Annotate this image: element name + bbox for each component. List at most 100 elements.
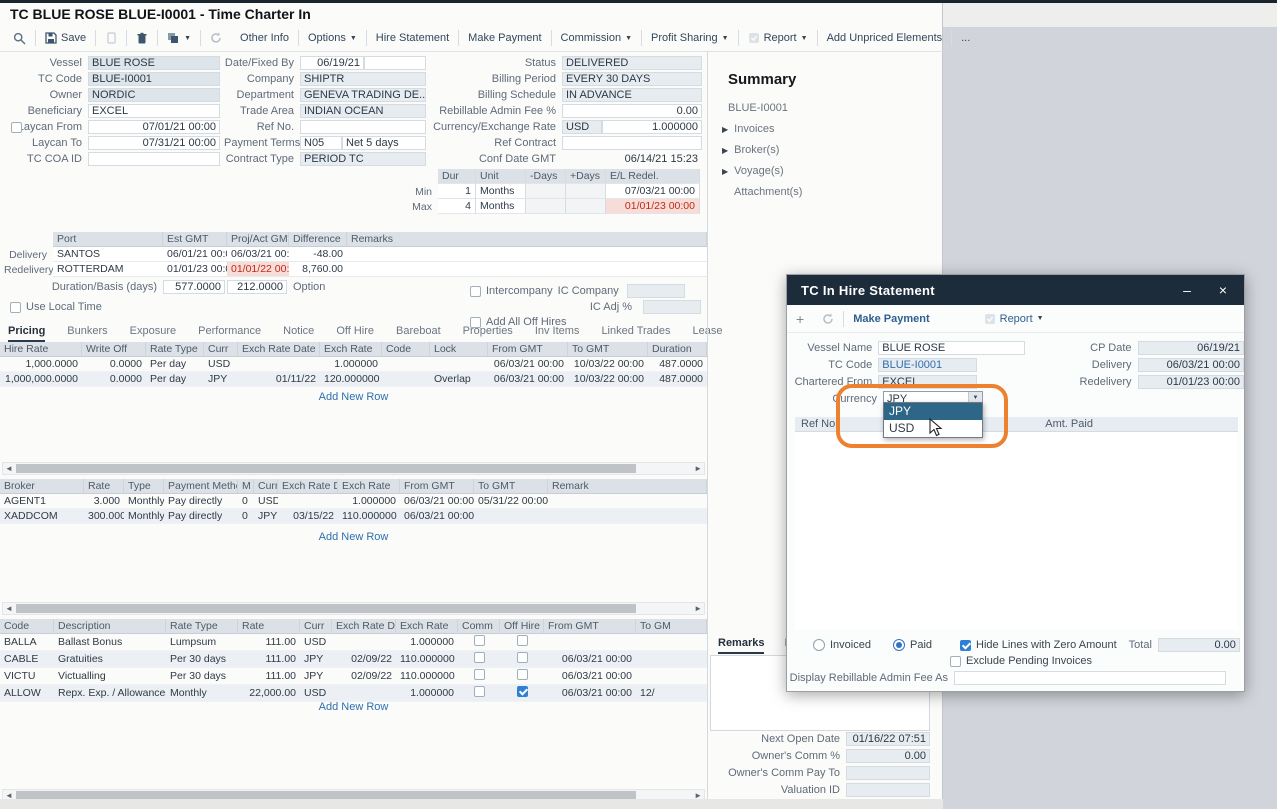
off-hire-checkbox[interactable] [517, 652, 528, 663]
vessel-field[interactable]: BLUE ROSE [88, 56, 220, 70]
summary-contract-code[interactable]: BLUE-I0001 [728, 102, 788, 114]
tab-performance[interactable]: Performance [198, 325, 261, 342]
trade-area-field[interactable]: INDIAN OCEAN [300, 104, 426, 118]
billing-period-field[interactable]: EVERY 30 DAYS [562, 72, 702, 86]
billing-schedule-field[interactable]: IN ADVANCE [562, 88, 702, 102]
copy-button[interactable] [96, 29, 126, 47]
comm-checkbox[interactable] [474, 669, 485, 680]
tab-notice[interactable]: Notice [283, 325, 314, 342]
summary-item-invoices[interactable]: ▶Invoices [722, 123, 775, 135]
next-open-date-field[interactable]: 01/16/22 07:51 [846, 732, 930, 746]
refresh-button[interactable] [201, 29, 231, 47]
scrollbar-thumb[interactable] [16, 464, 636, 473]
duplicate-menu-button[interactable]: ▼ [158, 29, 200, 47]
department-field[interactable]: GENEVA TRADING DE... [300, 88, 426, 102]
laycan-from-field[interactable]: 07/01/21 00:00 [88, 120, 220, 134]
commission-button[interactable]: Commission▼ [552, 29, 641, 47]
add-invoice-button[interactable]: + [787, 310, 813, 328]
summary-item-attachments[interactable]: Attachment(s) [734, 186, 802, 198]
use-local-time-checkbox[interactable] [10, 302, 21, 313]
rebillable-admin-fee-field[interactable]: 0.00 [562, 104, 702, 118]
save-button[interactable]: Save [36, 29, 95, 47]
invoice-grid-body[interactable] [795, 432, 1238, 630]
tab-bunkers[interactable]: Bunkers [67, 325, 107, 342]
tab-bareboat[interactable]: Bareboat [396, 325, 441, 342]
currency-field[interactable]: USD [562, 120, 602, 134]
tab-exposure[interactable]: Exposure [130, 325, 176, 342]
make-payment-button[interactable]: Make Payment [459, 29, 550, 47]
dialog-titlebar[interactable]: TC In Hire Statement – × [787, 275, 1244, 305]
delete-button[interactable] [127, 29, 157, 47]
brokers-add-new-row-link[interactable]: Add New Row [0, 531, 707, 543]
dropdown-option-jpy[interactable]: JPY [884, 403, 982, 420]
tab-pricing[interactable]: Pricing [8, 325, 45, 342]
hire-statement-button[interactable]: Hire Statement [367, 29, 458, 47]
close-button[interactable]: × [1206, 275, 1240, 305]
exclude-pending-checkbox[interactable] [950, 656, 961, 667]
fixed-by-field[interactable] [364, 56, 426, 70]
contract-type-field[interactable]: PERIOD TC [300, 152, 426, 166]
tc-code-field[interactable]: BLUE-I0001 [88, 72, 220, 86]
horizontal-scrollbar[interactable]: ◄ ► [2, 602, 705, 615]
date-fixed-field[interactable]: 06/19/21 [300, 56, 364, 70]
off-hire-checkbox[interactable] [517, 686, 528, 697]
comm-checkbox[interactable] [474, 652, 485, 663]
owners-comm-field[interactable]: 0.00 [846, 749, 930, 763]
display-rebillable-fee-field[interactable] [954, 671, 1226, 685]
company-field[interactable]: SHIPTR [300, 72, 426, 86]
paid-radio[interactable] [893, 639, 905, 651]
options-button[interactable]: Options▼ [299, 29, 366, 47]
scroll-left-icon[interactable]: ◄ [5, 463, 13, 475]
report-button[interactable]: Report▼ [975, 310, 1053, 328]
max-el-redel-value[interactable]: 01/01/23 00:00 [606, 199, 700, 214]
laycan-to-field[interactable]: 07/31/21 00:00 [88, 136, 220, 150]
ref-no-field[interactable] [300, 120, 426, 134]
search-button[interactable] [4, 29, 35, 47]
off-hire-checkbox[interactable] [517, 635, 528, 646]
valuation-id-field[interactable] [846, 783, 930, 797]
status-field[interactable]: DELIVERED [562, 56, 702, 70]
other-info-button[interactable]: Other Info [231, 29, 298, 47]
beneficiary-field[interactable]: EXCEL [88, 104, 220, 118]
summary-item-voyages[interactable]: ▶Voyage(s) [722, 165, 784, 177]
owners-comm-pay-to-field[interactable] [846, 766, 930, 780]
vessel-name-field[interactable]: BLUE ROSE [878, 341, 1025, 355]
scroll-left-icon[interactable]: ◄ [5, 603, 13, 615]
ic-company-field[interactable] [627, 284, 685, 298]
tc-code-field[interactable]: BLUE-I0001 [878, 358, 977, 372]
comm-checkbox[interactable] [474, 686, 485, 697]
invoiced-radio[interactable] [813, 639, 825, 651]
profit-sharing-button[interactable]: Profit Sharing▼ [642, 29, 738, 47]
tab-remarks[interactable]: Remarks [718, 637, 764, 654]
hide-zero-checkbox[interactable] [960, 640, 971, 651]
more-button[interactable]: ... [952, 29, 979, 47]
redelivery-proj-value[interactable]: 01/01/22 00:00 [227, 262, 289, 277]
tab-properties[interactable]: Properties [463, 325, 513, 342]
tc-coa-id-field[interactable] [88, 152, 220, 166]
payment-terms-code-field[interactable]: N05 [300, 136, 342, 150]
report-button[interactable]: Report▼ [739, 29, 817, 47]
tab-off-hire[interactable]: Off Hire [336, 325, 374, 342]
comm-checkbox[interactable] [474, 635, 485, 646]
codes-add-new-row-link[interactable]: Add New Row [0, 701, 707, 713]
tab-inv-items[interactable]: Inv Items [535, 325, 580, 342]
cp-date-field[interactable]: 06/19/21 [1138, 341, 1244, 355]
ref-contract-field[interactable] [562, 136, 702, 150]
dropdown-option-usd[interactable]: USD [884, 420, 982, 437]
summary-item-brokers[interactable]: ▶Broker(s) [722, 144, 779, 156]
tab-linked-trades[interactable]: Linked Trades [601, 325, 670, 342]
scroll-right-icon[interactable]: ► [694, 463, 702, 475]
laycan-checkbox[interactable] [11, 122, 22, 133]
add-unpriced-elements-button[interactable]: Add Unpriced Elements [818, 29, 952, 47]
scrollbar-thumb[interactable] [16, 604, 636, 613]
minimize-button[interactable]: – [1170, 275, 1204, 305]
off-hire-checkbox[interactable] [517, 669, 528, 680]
intercompany-checkbox[interactable] [470, 286, 481, 297]
make-payment-button[interactable]: Make Payment [844, 310, 938, 328]
delivery-field[interactable]: 06/03/21 00:00 [1138, 358, 1244, 372]
redelivery-field[interactable]: 01/01/23 00:00 [1138, 375, 1244, 389]
chartered-from-field[interactable]: EXCEL [878, 375, 977, 389]
ic-adj-field[interactable] [643, 300, 701, 314]
horizontal-scrollbar[interactable]: ◄ ► [2, 462, 705, 475]
payment-terms-desc-field[interactable]: Net 5 days [342, 136, 426, 150]
